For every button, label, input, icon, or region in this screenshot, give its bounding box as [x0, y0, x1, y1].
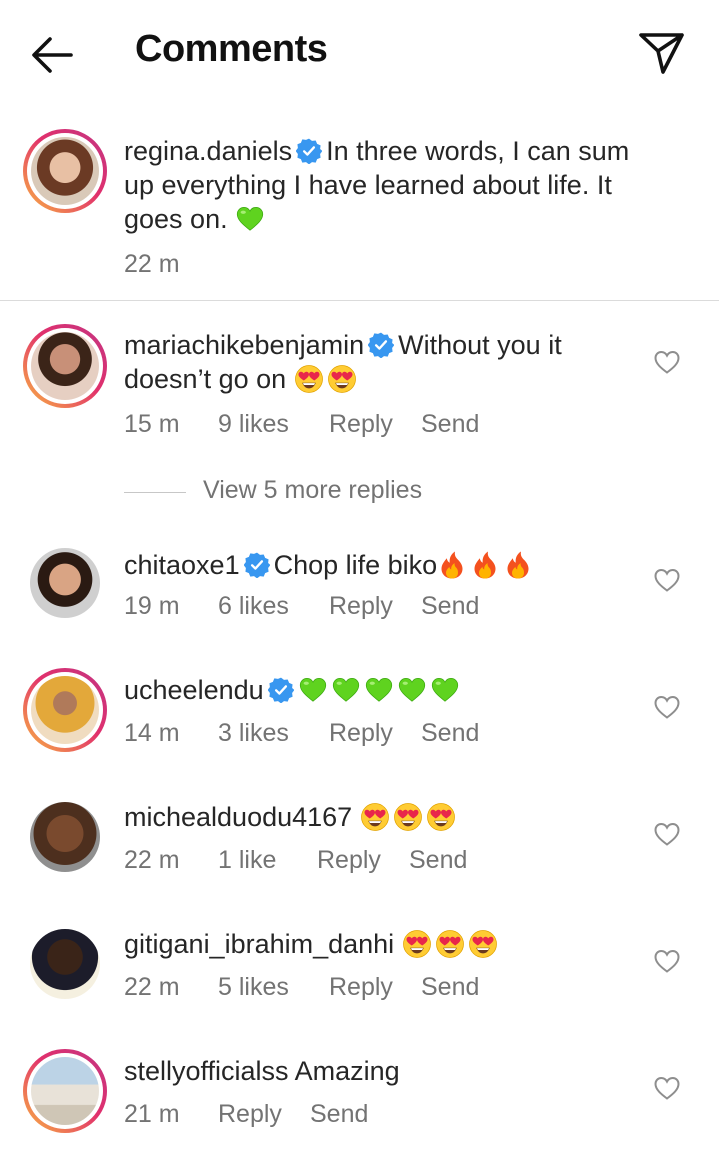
- green-heart-icon: [397, 675, 427, 705]
- comment-body: Amazing: [294, 1056, 400, 1086]
- heart-eyes-emoji-icon: [435, 929, 465, 959]
- verified-badge-icon: [244, 552, 270, 578]
- send-button[interactable]: Send: [421, 410, 479, 439]
- like-heart-icon[interactable]: [653, 1075, 681, 1101]
- reply-button[interactable]: Reply: [218, 1100, 310, 1129]
- caption-time: 22 m: [124, 250, 180, 278]
- comment-text: ucheelendu: [124, 673, 644, 707]
- caption-username[interactable]: regina.daniels: [124, 136, 292, 166]
- reply-button[interactable]: Reply: [329, 592, 421, 621]
- heart-eyes-emoji-icon: [294, 364, 324, 394]
- comment-item: ucheelendu 14 m 3 likes Reply Send: [0, 655, 719, 782]
- avatar[interactable]: [23, 324, 107, 408]
- avatar[interactable]: [23, 1049, 107, 1133]
- heart-eyes-emoji-icon: [327, 364, 357, 394]
- comment-meta: 19 m 6 likes Reply Send: [124, 592, 479, 621]
- post-caption: regina.daniels In three words, I can sum …: [0, 106, 719, 301]
- green-heart-icon: [235, 204, 265, 234]
- send-button[interactable]: Send: [421, 592, 479, 621]
- reply-button[interactable]: Reply: [329, 410, 421, 439]
- send-button[interactable]: Send: [409, 846, 467, 875]
- heart-eyes-emoji-icon: [402, 929, 432, 959]
- paper-plane-icon[interactable]: [636, 30, 686, 76]
- comment-username[interactable]: stellyofficialss: [124, 1056, 289, 1086]
- verified-badge-icon: [268, 677, 294, 703]
- comment-text: michealduodu4167: [124, 800, 644, 834]
- heart-eyes-emoji-icon: [360, 802, 390, 832]
- view-replies-label[interactable]: View 5 more replies: [203, 476, 422, 505]
- green-heart-icon: [364, 675, 394, 705]
- send-button[interactable]: Send: [421, 719, 479, 748]
- heart-eyes-emoji-icon: [468, 929, 498, 959]
- comment-time: 19 m: [124, 592, 180, 620]
- likes-count[interactable]: 1 like: [218, 846, 317, 875]
- comment-meta: 21 m Reply Send: [124, 1100, 368, 1129]
- verified-badge-icon: [368, 332, 394, 358]
- comment-username[interactable]: ucheelendu: [124, 675, 264, 705]
- comment-item: stellyofficialss Amazing 21 m Reply Send: [0, 1036, 719, 1170]
- comment-item: michealduodu4167 22 m 1 like Reply Send: [0, 782, 719, 909]
- comment-item: gitigani_ibrahim_danhi 22 m 5 likes Reply S…: [0, 909, 719, 1036]
- caption-meta: 22 m: [124, 250, 180, 279]
- comment-time: 21 m: [124, 1100, 180, 1128]
- avatar[interactable]: [23, 129, 107, 213]
- green-heart-icon: [430, 675, 460, 705]
- back-arrow-icon[interactable]: [28, 30, 78, 80]
- fire-emoji-icon: [437, 550, 467, 580]
- avatar[interactable]: [23, 541, 107, 625]
- top-bar: Comments: [0, 0, 719, 106]
- comment-username[interactable]: chitaoxe1: [124, 550, 240, 580]
- like-heart-icon[interactable]: [653, 349, 681, 375]
- heart-eyes-emoji-icon: [426, 802, 456, 832]
- comment-username[interactable]: gitigani_ibrahim_danhi: [124, 929, 394, 959]
- likes-count[interactable]: 5 likes: [218, 973, 329, 1002]
- reply-button[interactable]: Reply: [329, 973, 421, 1002]
- comment-body: Chop life biko: [273, 550, 438, 580]
- page-title: Comments: [135, 28, 328, 70]
- likes-count[interactable]: 6 likes: [218, 592, 329, 621]
- send-button[interactable]: Send: [421, 973, 479, 1002]
- verified-badge-icon: [296, 138, 322, 164]
- comment-meta: 15 m 9 likes Reply Send: [124, 410, 479, 439]
- comment-time: 14 m: [124, 719, 180, 747]
- comment-time: 15 m: [124, 410, 180, 438]
- reply-button[interactable]: Reply: [329, 719, 421, 748]
- avatar[interactable]: [23, 668, 107, 752]
- avatar[interactable]: [23, 795, 107, 879]
- avatar[interactable]: [23, 922, 107, 1006]
- comment-text: mariachikebenjamin Without you it doesn’t…: [124, 328, 644, 396]
- send-button[interactable]: Send: [310, 1100, 368, 1129]
- comment-username[interactable]: mariachikebenjamin: [124, 330, 364, 360]
- comment-time: 22 m: [124, 846, 180, 874]
- comment-item: mariachikebenjamin Without you it doesn’t…: [0, 301, 719, 471]
- fire-emoji-icon: [470, 550, 500, 580]
- caption-text: regina.daniels In three words, I can sum …: [124, 134, 644, 236]
- likes-count[interactable]: 9 likes: [218, 410, 329, 439]
- fire-emoji-icon: [503, 550, 533, 580]
- replies-line: [124, 492, 186, 493]
- green-heart-icon: [331, 675, 361, 705]
- reply-button[interactable]: Reply: [317, 846, 409, 875]
- like-heart-icon[interactable]: [653, 694, 681, 720]
- comment-text: stellyofficialss Amazing: [124, 1054, 644, 1088]
- like-heart-icon[interactable]: [653, 567, 681, 593]
- comment-time: 22 m: [124, 973, 180, 1001]
- comment-meta: 14 m 3 likes Reply Send: [124, 719, 479, 748]
- comment-text: gitigani_ibrahim_danhi: [124, 927, 644, 961]
- like-heart-icon[interactable]: [653, 948, 681, 974]
- comment-username[interactable]: michealduodu4167: [124, 802, 352, 832]
- comment-meta: 22 m 1 like Reply Send: [124, 846, 467, 875]
- comment-text: chitaoxe1 Chop life biko: [124, 548, 644, 582]
- comment-meta: 22 m 5 likes Reply Send: [124, 973, 479, 1002]
- likes-count[interactable]: 3 likes: [218, 719, 329, 748]
- green-heart-icon: [298, 675, 328, 705]
- like-heart-icon[interactable]: [653, 821, 681, 847]
- heart-eyes-emoji-icon: [393, 802, 423, 832]
- comment-item: chitaoxe1 Chop life biko 19 m 6 likes Reply…: [0, 528, 719, 655]
